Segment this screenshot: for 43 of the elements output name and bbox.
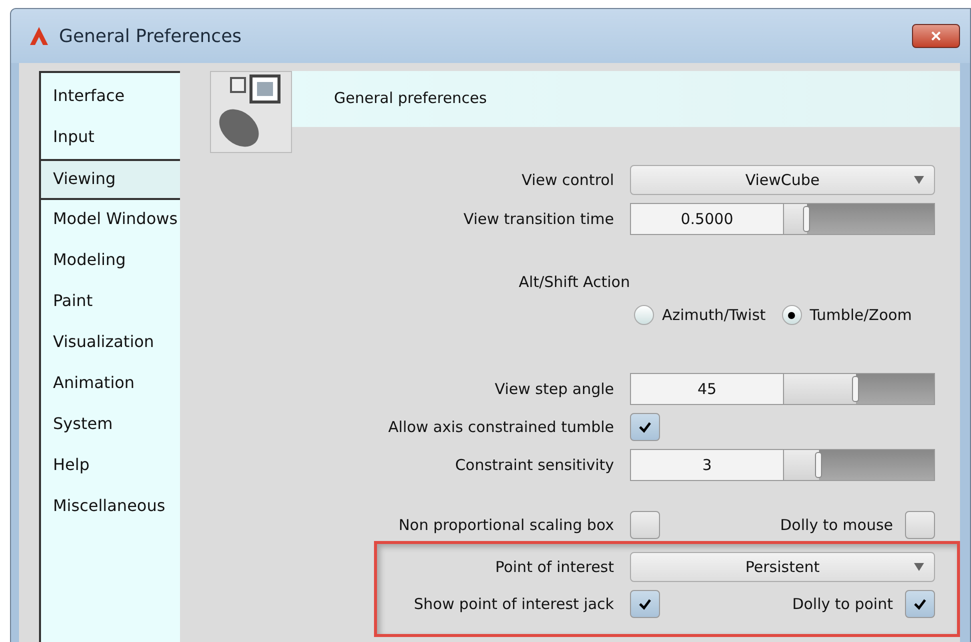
checkbox[interactable] bbox=[630, 590, 660, 618]
caret-icon bbox=[914, 176, 924, 184]
dropdown[interactable]: Persistent bbox=[630, 552, 935, 582]
setting-label: Non proportional scaling box bbox=[398, 516, 614, 534]
radio-label: Tumble/Zoom bbox=[810, 306, 912, 324]
sidebar-item[interactable]: Help bbox=[41, 446, 180, 487]
sidebar-item[interactable]: Viewing bbox=[41, 159, 180, 200]
setting-label: Allow axis constrained tumble bbox=[387, 418, 614, 436]
checkbox[interactable] bbox=[630, 413, 660, 441]
sidebar-item[interactable]: Animation bbox=[41, 364, 180, 405]
setting-label: Dolly to mouse bbox=[780, 516, 893, 534]
sidebar-item[interactable]: Paint bbox=[41, 282, 180, 323]
setting-label: View step angle bbox=[494, 380, 614, 398]
setting-label: Show point of interest jack bbox=[412, 595, 614, 613]
mouse-icon bbox=[210, 71, 292, 153]
radio-label: Azimuth/Twist bbox=[662, 306, 766, 324]
setting-label: View transition time bbox=[462, 210, 614, 228]
slider-thumb[interactable] bbox=[852, 376, 859, 402]
sidebar-item[interactable]: Modeling bbox=[41, 241, 180, 282]
window-title: General Preferences bbox=[59, 26, 242, 46]
radio-button[interactable] bbox=[634, 305, 654, 325]
sidebar-item[interactable]: Model Windows bbox=[41, 200, 180, 241]
sidebar-item[interactable]: Input bbox=[41, 118, 180, 159]
setting-label: Point of interest bbox=[494, 558, 614, 576]
sidebar-item[interactable]: Interface bbox=[41, 77, 180, 118]
checkbox[interactable] bbox=[630, 511, 660, 539]
section-title: General preferences bbox=[334, 89, 487, 107]
value-field[interactable]: 45 bbox=[631, 374, 784, 404]
sidebar-item[interactable]: Visualization bbox=[41, 323, 180, 364]
sidebar-item[interactable]: System bbox=[41, 405, 180, 446]
app-logo-icon bbox=[29, 26, 49, 46]
checkbox[interactable] bbox=[905, 590, 935, 618]
radio-button[interactable] bbox=[782, 305, 802, 325]
value-field[interactable]: 3 bbox=[631, 450, 784, 480]
setting-label: Constraint sensitivity bbox=[454, 456, 614, 474]
setting-label: View control bbox=[520, 171, 614, 189]
caret-icon bbox=[914, 563, 924, 571]
sidebar-item[interactable]: Miscellaneous bbox=[41, 487, 180, 528]
dropdown[interactable]: ViewCube bbox=[630, 165, 935, 195]
value-field[interactable]: 0.5000 bbox=[631, 204, 784, 234]
checkbox[interactable] bbox=[905, 511, 935, 539]
setting-label: Dolly to point bbox=[792, 595, 893, 613]
group-label: Alt/Shift Action bbox=[518, 273, 630, 291]
